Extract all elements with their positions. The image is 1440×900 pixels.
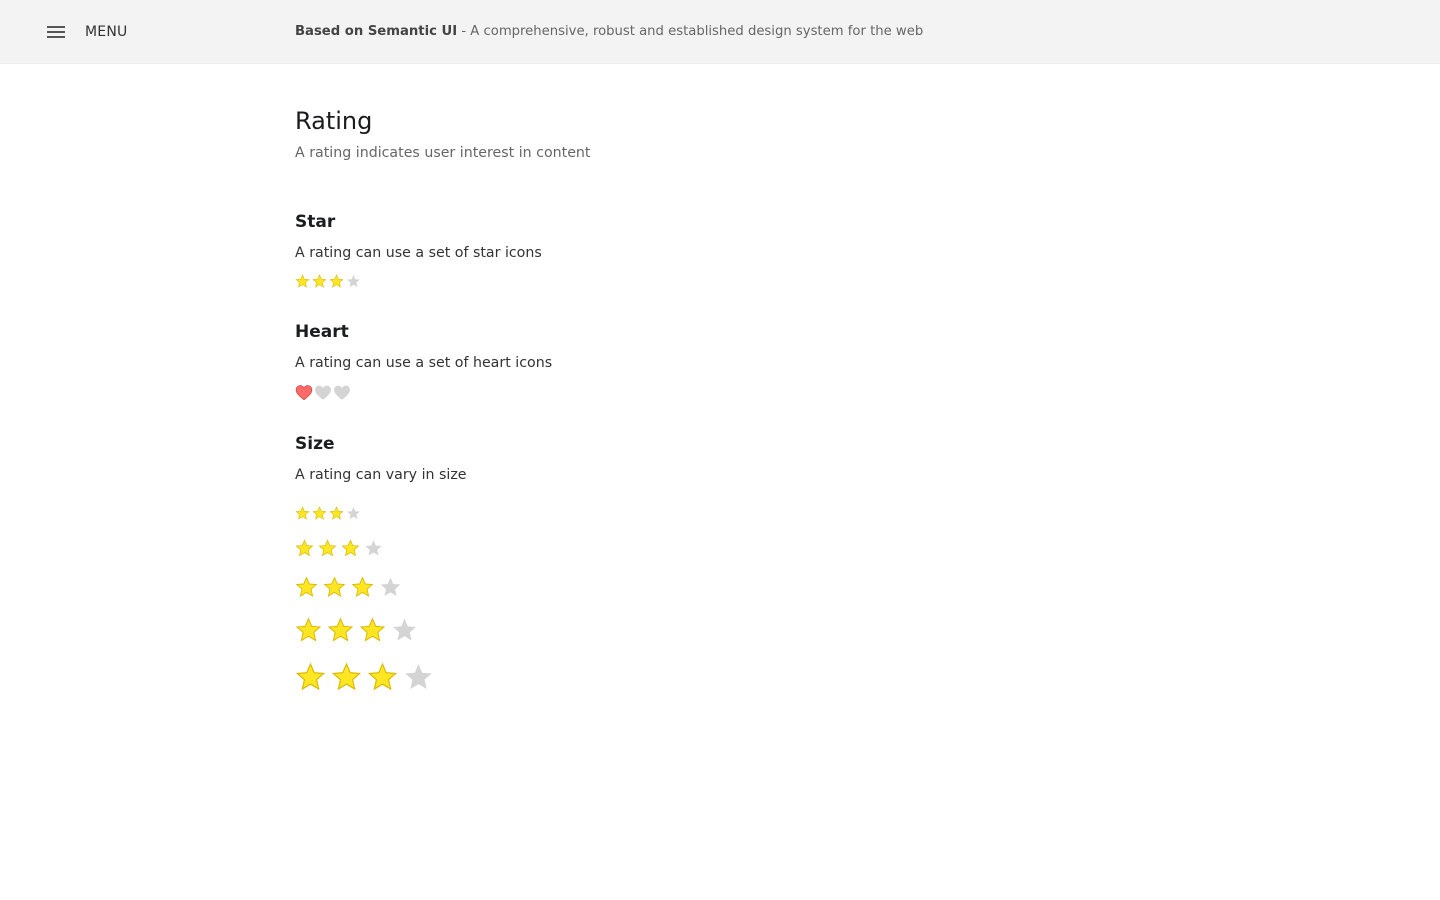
star-icon[interactable] [295,576,318,599]
heart-icon[interactable] [333,384,351,402]
star-rating-medium [295,576,402,599]
header-tagline: Based on Semantic UI - A comprehensive, … [295,24,923,39]
page-subtitle: A rating indicates user interest in cont… [295,145,591,161]
star-icon[interactable] [367,662,398,693]
heart-icon[interactable] [295,384,313,402]
star-rating-huge [295,662,434,693]
star-icon[interactable] [295,506,310,521]
heart-icon[interactable] [314,384,332,402]
star-icon[interactable] [295,617,322,644]
star-rating-small [295,539,383,558]
heart-rating [295,384,351,402]
star-icon[interactable] [391,617,418,644]
star-rating-large [295,617,418,644]
star-icon[interactable] [351,576,374,599]
star-icon[interactable] [341,539,360,558]
tagline-text: - A comprehensive, robust and establishe… [457,24,924,39]
section-title-heart: Heart [295,322,349,342]
star-icon[interactable] [295,274,310,289]
section-desc-size: A rating can vary in size [295,467,467,483]
star-rating [295,274,361,289]
page-title: Rating [295,107,373,135]
star-icon[interactable] [295,539,314,558]
star-icon[interactable] [359,617,386,644]
star-icon[interactable] [379,576,402,599]
star-icon[interactable] [364,539,383,558]
star-rating-mini [295,506,361,521]
star-icon[interactable] [329,274,344,289]
star-icon[interactable] [312,506,327,521]
star-icon[interactable] [403,662,434,693]
section-title-size: Size [295,434,335,454]
section-title-star: Star [295,212,336,232]
star-icon[interactable] [331,662,362,693]
star-icon[interactable] [312,274,327,289]
star-icon[interactable] [327,617,354,644]
star-icon[interactable] [295,662,326,693]
hamburger-menu-icon [46,20,68,44]
menu-label: MENU [85,24,128,40]
star-icon[interactable] [329,506,344,521]
section-desc-heart: A rating can use a set of heart icons [295,355,553,371]
menu-button[interactable]: MENU [46,20,127,44]
star-icon[interactable] [323,576,346,599]
top-bar: MENU Based on Semantic UI - A comprehens… [0,0,1440,64]
star-icon[interactable] [346,274,361,289]
section-desc-star: A rating can use a set of star icons [295,245,542,261]
star-icon[interactable] [346,506,361,521]
brand-name: Based on Semantic UI [295,24,458,39]
star-icon[interactable] [318,539,337,558]
